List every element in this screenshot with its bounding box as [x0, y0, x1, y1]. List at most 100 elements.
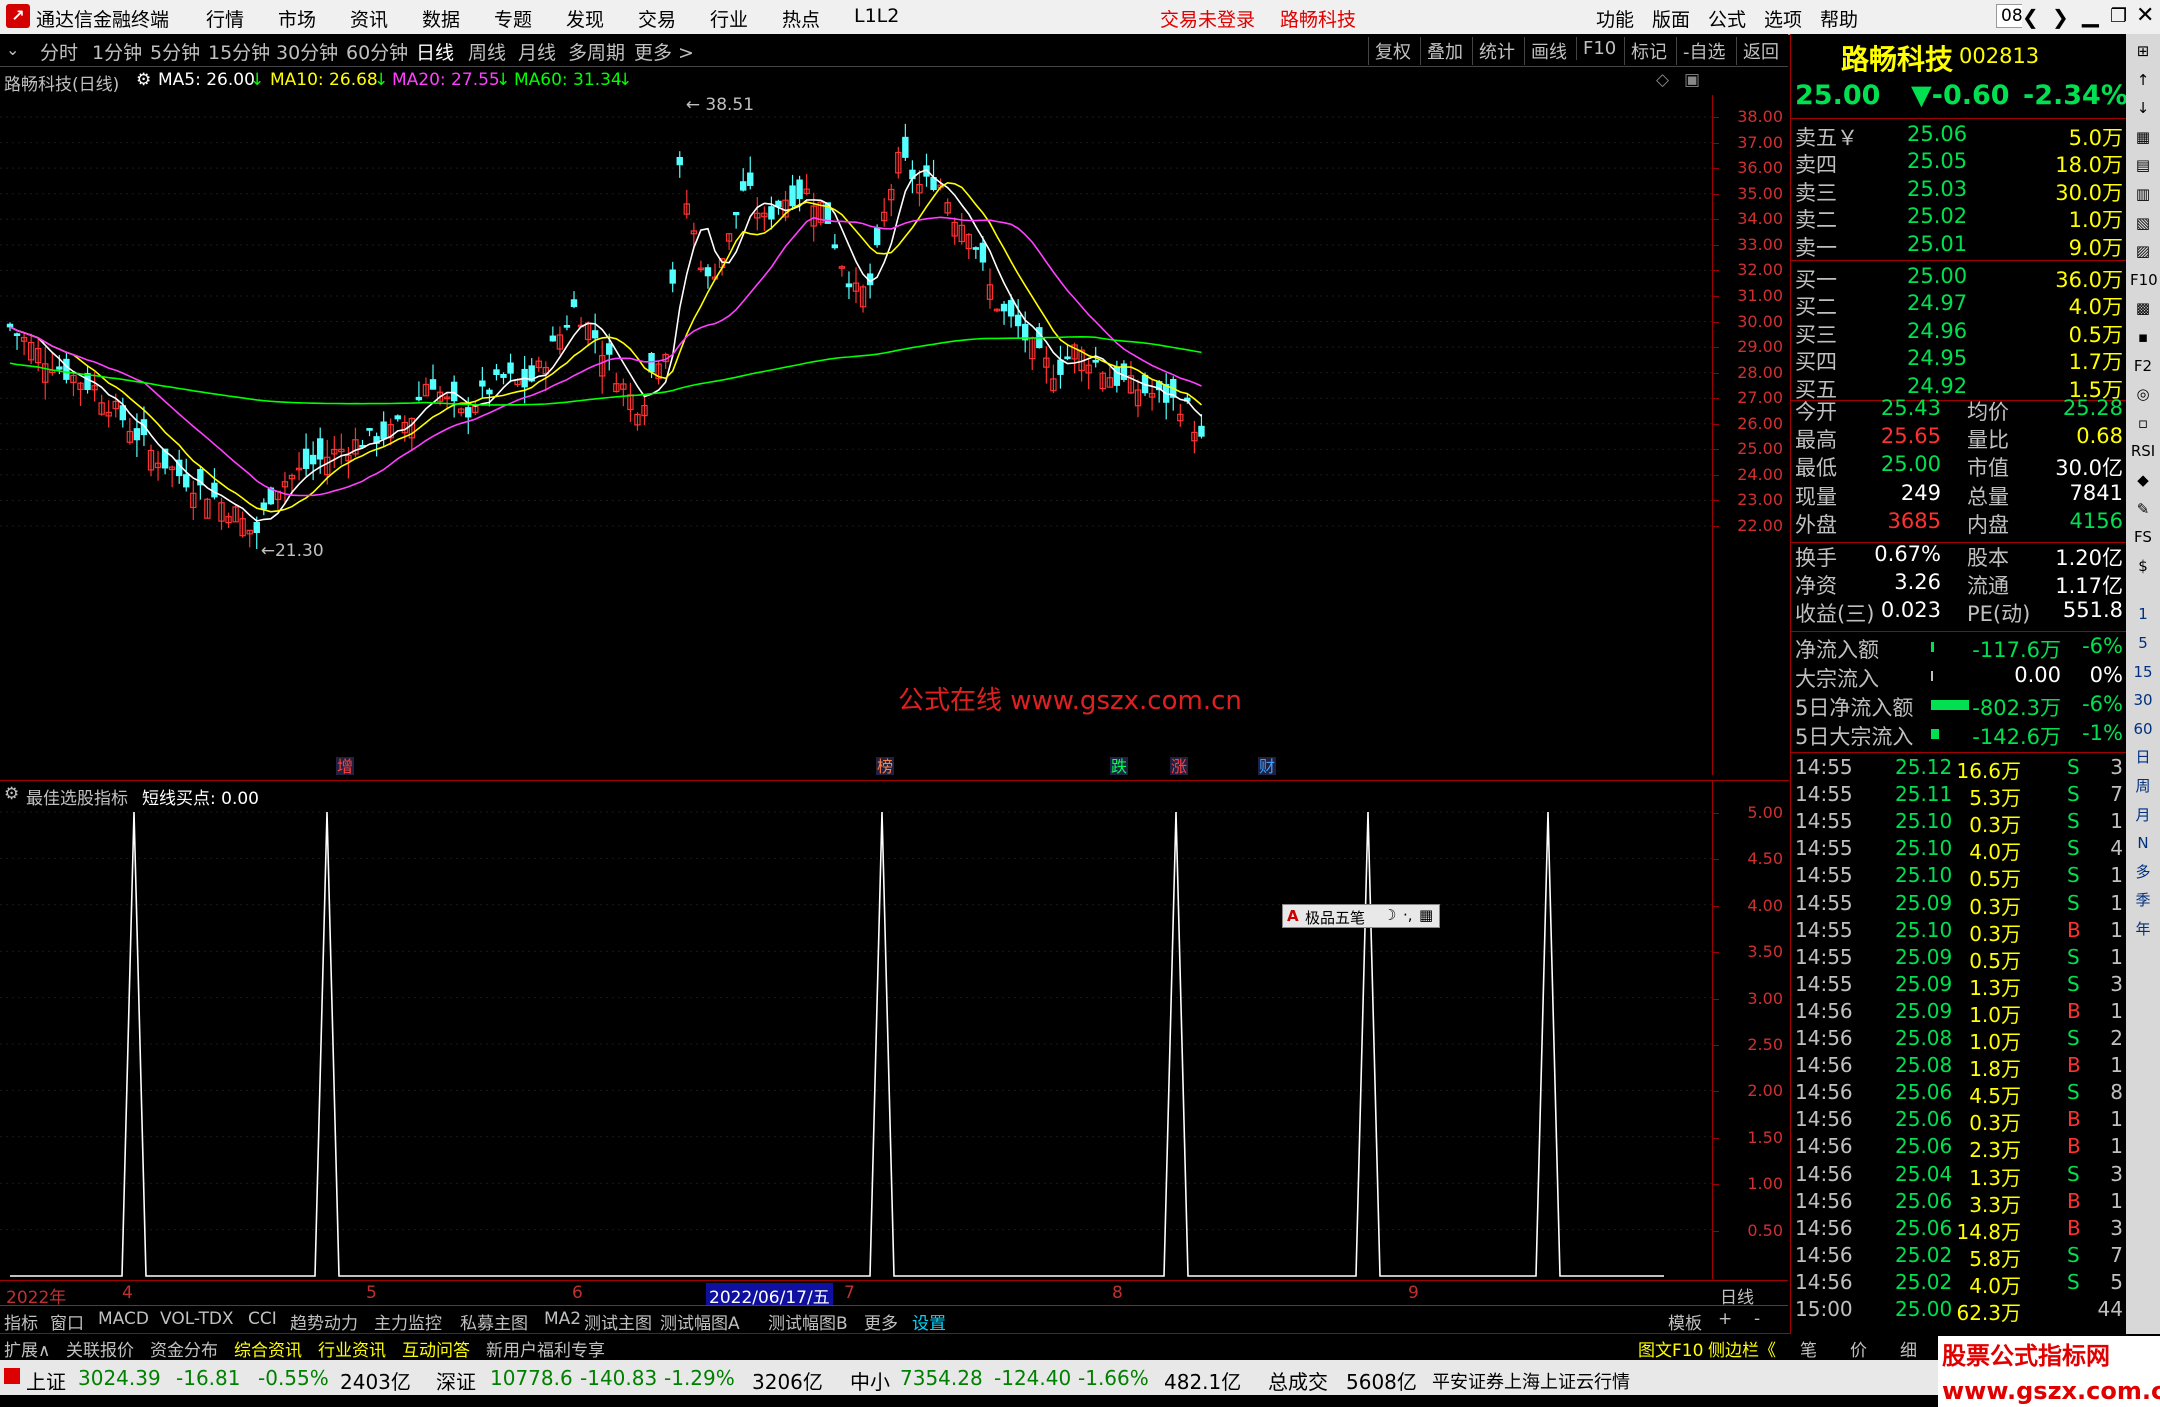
- close-icon[interactable]: ✕: [2136, 3, 2154, 28]
- extension-tab[interactable]: 笔: [1800, 1336, 1817, 1361]
- punct-icon[interactable]: ·,: [1403, 906, 1413, 924]
- minimize-icon[interactable]: ▁: [2082, 3, 2099, 28]
- period-daily[interactable]: 日线: [416, 38, 454, 65]
- menu-shuju[interactable]: 数据: [422, 5, 460, 32]
- side-tool-icon[interactable]: ▫: [2130, 410, 2156, 436]
- menu-gongshi[interactable]: 公式: [1708, 5, 1746, 32]
- menu-shichang[interactable]: 市场: [278, 5, 316, 32]
- extension-tab[interactable]: 侧边栏《: [1708, 1336, 1776, 1361]
- extension-tab[interactable]: 细: [1900, 1336, 1917, 1361]
- bottom-tab[interactable]: 模板: [1668, 1309, 1702, 1334]
- side-tool-icon[interactable]: ✎: [2130, 496, 2156, 522]
- side-tool-icon[interactable]: ↓: [2130, 95, 2156, 121]
- side-tool-icon[interactable]: ◆: [2130, 467, 2156, 493]
- diamond-icon[interactable]: ◇: [1656, 70, 1669, 90]
- period-1min[interactable]: 1分钟: [92, 38, 142, 65]
- menu-bangzhu[interactable]: 帮助: [1820, 5, 1858, 32]
- extension-tab[interactable]: 互动问答: [402, 1336, 470, 1361]
- period-weekly[interactable]: 周线: [468, 38, 506, 65]
- sz-name[interactable]: 深证: [436, 1366, 476, 1395]
- huaxian-button[interactable]: 画线: [1524, 37, 1573, 65]
- bottom-tab[interactable]: 测试幅图A: [660, 1309, 740, 1334]
- bottom-tab[interactable]: MA2: [544, 1309, 581, 1329]
- side-tool-icon[interactable]: ▪: [2130, 324, 2156, 350]
- menu-zhuanti[interactable]: 专题: [494, 5, 532, 32]
- bottom-tab[interactable]: 窗口: [50, 1309, 84, 1334]
- ime-toolbar[interactable]: A 极品五笔 ☽ ·, ▦: [1282, 904, 1440, 928]
- bottom-tab[interactable]: -: [1754, 1309, 1760, 1329]
- side-tool-icon[interactable]: 5: [2130, 630, 2156, 656]
- candlestick-chart[interactable]: ← 38.51 ←21.30 增 榜 跌 涨 财: [0, 95, 1712, 775]
- add-favorite-button[interactable]: -自选: [1676, 37, 1732, 65]
- bottom-tab[interactable]: 测试主图: [584, 1309, 652, 1334]
- side-tool-icon[interactable]: ▦: [2130, 124, 2156, 150]
- bottom-tab[interactable]: 更多: [864, 1309, 898, 1334]
- bottom-tab[interactable]: +: [1718, 1309, 1732, 1329]
- period-5min[interactable]: 5分钟: [150, 38, 200, 65]
- bottom-tab[interactable]: MACD: [98, 1309, 149, 1329]
- menu-hangye[interactable]: 行业: [710, 5, 748, 32]
- side-tool-icon[interactable]: ▧: [2130, 210, 2156, 236]
- extension-tab[interactable]: 价: [1850, 1336, 1867, 1361]
- bottom-tab[interactable]: 设置: [912, 1309, 946, 1334]
- sh-name[interactable]: 上证: [26, 1366, 66, 1395]
- menu-gongneng[interactable]: 功能: [1596, 5, 1634, 32]
- bottom-tab[interactable]: 趋势动力: [290, 1309, 358, 1334]
- period-multi[interactable]: 多周期: [568, 38, 625, 65]
- period-more[interactable]: 更多 >: [634, 38, 694, 65]
- side-tool-icon[interactable]: ▤: [2130, 152, 2156, 178]
- extension-tab[interactable]: 综合资讯: [234, 1336, 302, 1361]
- side-tool-icon[interactable]: FS: [2130, 524, 2156, 550]
- chevron-down-icon[interactable]: ⌄: [6, 40, 19, 59]
- moon-icon[interactable]: ☽: [1383, 906, 1396, 924]
- side-tool-icon[interactable]: 1: [2130, 601, 2156, 627]
- period-monthly[interactable]: 月线: [518, 38, 556, 65]
- extension-tab[interactable]: 扩展∧: [4, 1336, 50, 1361]
- menu-jiaoyi[interactable]: 交易: [638, 5, 676, 32]
- side-tool-icon[interactable]: ▨: [2130, 238, 2156, 264]
- menu-redian[interactable]: 热点: [782, 5, 820, 32]
- extension-tab[interactable]: 新用户福利专享: [486, 1336, 605, 1361]
- side-tool-icon[interactable]: F2: [2130, 353, 2156, 379]
- bottom-tab[interactable]: 私募主图: [460, 1309, 528, 1334]
- trade-login-status[interactable]: 交易未登录: [1160, 5, 1255, 32]
- side-tool-icon[interactable]: 季: [2130, 887, 2156, 913]
- side-tool-icon[interactable]: 月: [2130, 802, 2156, 828]
- restore-icon[interactable]: ❐: [2110, 5, 2127, 27]
- extension-tab[interactable]: 关联报价: [66, 1336, 134, 1361]
- side-tool-icon[interactable]: 日: [2130, 744, 2156, 770]
- tongji-button[interactable]: 统计: [1472, 37, 1521, 65]
- extension-tab[interactable]: 资金分布: [150, 1336, 218, 1361]
- side-tool-icon[interactable]: 60: [2130, 716, 2156, 742]
- period-30min[interactable]: 30分钟: [276, 38, 338, 65]
- bottom-tab[interactable]: CCI: [248, 1309, 277, 1329]
- settings-gear-icon[interactable]: ⚙: [136, 70, 151, 90]
- zx-name[interactable]: 中小: [850, 1366, 890, 1395]
- side-tool-icon[interactable]: 周: [2130, 773, 2156, 799]
- keyboard-icon[interactable]: ▦: [1419, 906, 1433, 924]
- side-tool-icon[interactable]: F10: [2130, 267, 2158, 293]
- menu-banmian[interactable]: 版面: [1652, 5, 1690, 32]
- period-60min[interactable]: 60分钟: [346, 38, 408, 65]
- period-fenshi[interactable]: 分时: [40, 38, 78, 65]
- side-tool-icon[interactable]: 多: [2130, 859, 2156, 885]
- side-tool-icon[interactable]: 年: [2130, 916, 2156, 942]
- side-tool-icon[interactable]: ▩: [2130, 295, 2156, 321]
- f10-button[interactable]: F10: [1576, 37, 1622, 60]
- sub-indicator-chart[interactable]: [0, 808, 1712, 1278]
- side-tool-icon[interactable]: 15: [2130, 659, 2156, 685]
- side-tool-icon[interactable]: $: [2130, 553, 2156, 579]
- panel-toggle-icon[interactable]: ▣: [1684, 70, 1700, 90]
- menu-zixun[interactable]: 资讯: [350, 5, 388, 32]
- side-tool-icon[interactable]: ↑: [2130, 67, 2156, 93]
- side-tool-icon[interactable]: ⊞: [2130, 38, 2156, 64]
- extension-tab[interactable]: 图文F10: [1638, 1336, 1703, 1361]
- biaoji-button[interactable]: 标记: [1624, 37, 1673, 65]
- settings-gear-icon[interactable]: ⚙: [4, 784, 19, 804]
- bottom-tab[interactable]: VOL-TDX: [160, 1309, 234, 1329]
- side-tool-icon[interactable]: ◎: [2130, 381, 2156, 407]
- back-icon[interactable]: ❮: [2022, 5, 2039, 29]
- back-button[interactable]: 返回: [1736, 37, 1785, 65]
- side-tool-icon[interactable]: 30: [2130, 687, 2156, 713]
- side-tool-icon[interactable]: RSI: [2130, 438, 2156, 464]
